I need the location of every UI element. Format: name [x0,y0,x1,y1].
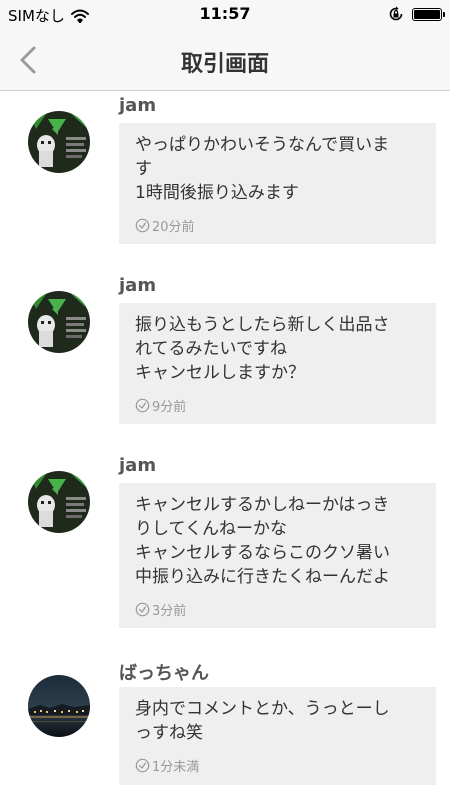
avatar[interactable] [28,291,90,353]
clock-icon [135,758,150,772]
clock-icon [135,398,150,412]
nav-bar: 取引画面 [0,30,450,91]
message-bubble: 振り込もうとしたら新しく出品さ れてるみたいですね キャンセルしますか？ 9分前 [119,303,436,424]
timestamp-label: 20分前 [152,219,195,235]
clock-icon [135,218,150,232]
message-timestamp: 9分前 [135,395,420,415]
timestamp-label: 3分前 [152,603,187,619]
timestamp-label: 9分前 [152,399,187,415]
message-text: 振り込もうとしたら新しく出品さ れてるみたいですね キャンセルしますか？ [135,315,390,383]
status-indicators [388,6,445,22]
message-bubble: 身内でコメントとか、うっとーし っすね笑 1分未満 [119,687,436,785]
page-title: 取引画面 [180,52,269,77]
sender-name: ばっちゃん [119,663,209,684]
message-timestamp: 20分前 [135,215,420,235]
timestamp-label: 1分未満 [152,759,200,775]
message-text: キャンセルするかしねーかはっき りしてくんねーかな キャンセルするならこのクソ暑… [135,495,390,587]
message-bubble: キャンセルするかしねーかはっき りしてくんねーかな キャンセルするならこのクソ暑… [119,483,436,628]
message-bubble: やっぱりかわいそうなんで買いま す 1時間後振り込みます 20分前 [119,123,436,244]
avatar[interactable] [28,111,90,173]
sender-name: jam [119,455,157,476]
sender-name: jam [119,275,157,296]
avatar[interactable] [28,471,90,533]
message-text: やっぱりかわいそうなんで買いま す 1時間後振り込みます [135,135,390,203]
avatar[interactable] [28,675,90,737]
battery-icon [412,7,445,21]
status-bar: SIMなし 11:57 [0,0,450,30]
clock-icon [135,602,150,616]
rotation-lock-icon [389,6,403,21]
message-text: 身内でコメントとか、うっとーし っすね笑 [135,699,390,743]
message-timestamp: 3分前 [135,599,420,619]
sender-name: jam [119,95,157,116]
status-time: 11:57 [199,4,251,23]
message-timestamp: 1分未満 [135,755,420,775]
